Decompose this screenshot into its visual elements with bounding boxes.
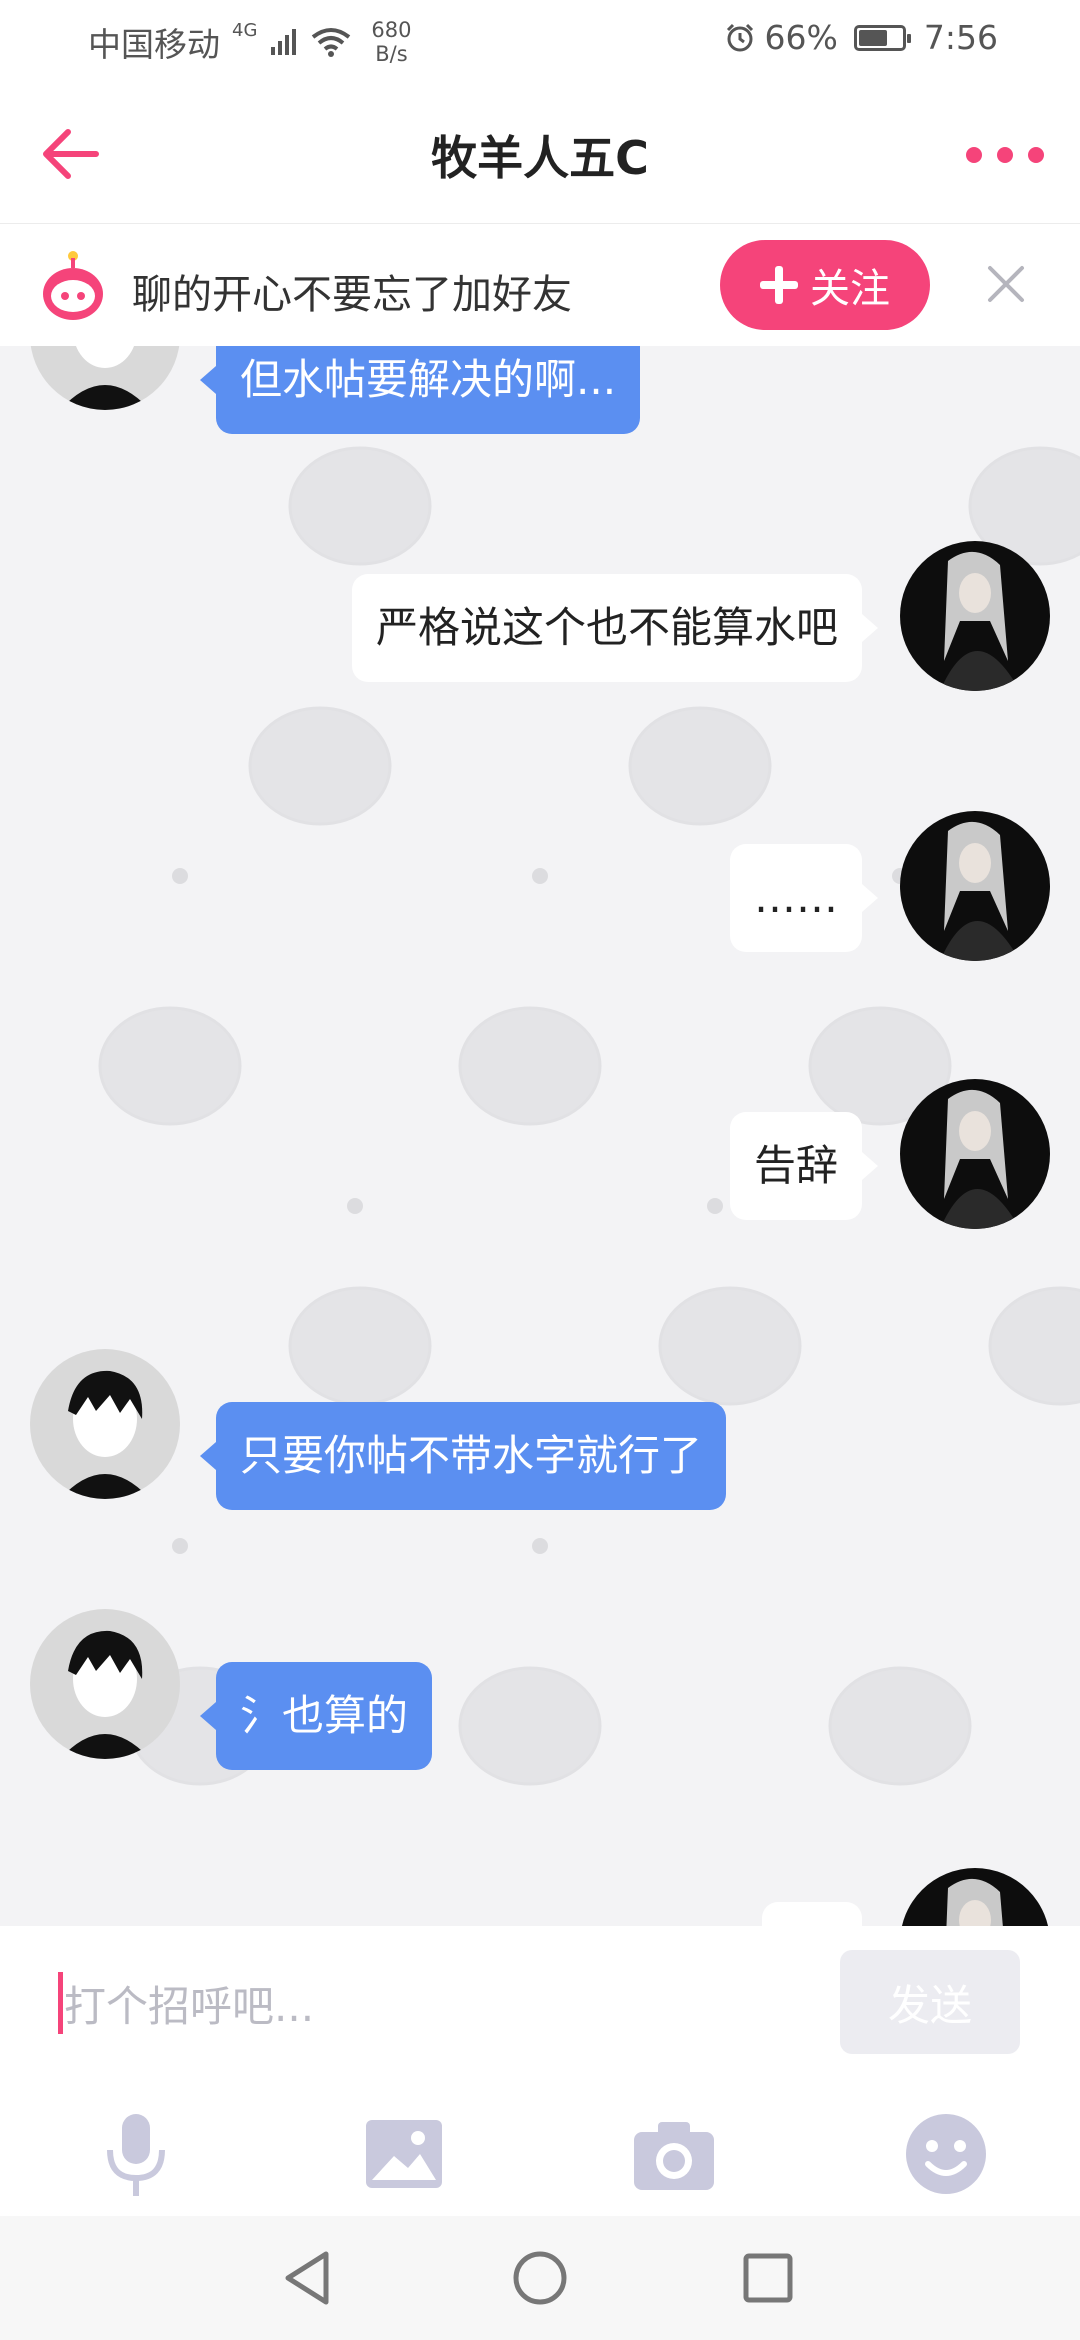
contact-avatar[interactable] [30, 1609, 180, 1759]
battery-fill [858, 29, 887, 46]
message-bubble-partial[interactable] [762, 1902, 862, 1926]
chat-title: 牧羊人五C [431, 131, 649, 185]
status-bar: 中国移动 4G 680 B/s 66% 7:56 [0, 0, 1080, 86]
net-speed: 680 B/s [371, 18, 411, 66]
robot-mascot-icon [43, 251, 103, 320]
message-bubble-outgoing[interactable]: 告辞 [729, 1112, 879, 1220]
emoji-icon[interactable] [898, 2106, 994, 2202]
contact-avatar[interactable] [30, 1349, 180, 1499]
message-bubble-outgoing[interactable]: …… [730, 844, 878, 952]
image-icon[interactable] [356, 2106, 452, 2202]
message-input-box[interactable] [58, 1966, 818, 2046]
net-speed-value: 680 [371, 18, 412, 42]
status-right: 66% 7:56 [725, 18, 998, 57]
follow-label: 关注 [810, 266, 890, 312]
my-avatar[interactable] [900, 811, 1050, 961]
my-avatar[interactable] [900, 1079, 1050, 1229]
network-type-label: 4G [232, 19, 258, 41]
camera-icon[interactable] [626, 2106, 722, 2202]
add-friend-banner: 聊的开心不要忘了加好友 关注 [0, 224, 1080, 346]
contact-avatar-image [30, 1349, 180, 1499]
message-bubble-incoming[interactable]: 但水帖要解决的啊... [199, 346, 641, 434]
more-options-button[interactable] [960, 120, 1050, 190]
carrier-label: 中国移动 [88, 25, 220, 64]
more-dot-icon [966, 147, 982, 163]
close-banner-icon[interactable] [982, 260, 1030, 308]
nav-back-icon[interactable] [276, 2246, 340, 2310]
microphone-icon[interactable] [88, 2106, 184, 2202]
follow-button[interactable]: 关注 [720, 240, 930, 330]
text-caret [58, 1972, 63, 2034]
plus-icon [760, 266, 798, 304]
clock-label: 7:56 [923, 18, 998, 57]
status-left: 中国移动 4G 680 B/s [88, 18, 412, 66]
cell-signal-icon [271, 29, 297, 55]
wifi-icon [312, 28, 351, 57]
message-list[interactable]: 但水帖要解决的啊... 严格说这个也不能算水吧 …… 告辞 只要你帖不带水字就行… [0, 346, 1080, 1926]
nav-home-icon[interactable] [508, 2246, 572, 2310]
contact-avatar-image [30, 1609, 180, 1759]
message-input[interactable] [64, 1966, 804, 2046]
send-button[interactable]: 发送 [840, 1950, 1020, 2054]
alarm-icon [726, 23, 753, 51]
net-speed-unit: B/s [375, 42, 408, 66]
message-bubble-incoming[interactable]: 只要你帖不带水字就行了 [199, 1402, 727, 1510]
my-avatar-image [900, 1079, 1050, 1229]
message-bubble-outgoing[interactable]: 严格说这个也不能算水吧 [351, 574, 879, 682]
my-avatar-image [900, 811, 1050, 961]
battery-icon [853, 24, 911, 51]
system-nav-bar [0, 2216, 1080, 2340]
chat-header: 牧羊人五C [0, 86, 1080, 224]
more-dot-icon [1028, 147, 1044, 163]
battery-percent-label: 66% [764, 18, 838, 57]
my-avatar-image [900, 541, 1050, 691]
more-dot-icon [997, 147, 1013, 163]
banner-text: 聊的开心不要忘了加好友 [132, 272, 572, 318]
my-avatar[interactable] [900, 541, 1050, 691]
message-bubble-incoming[interactable]: 氵也算的 [199, 1662, 433, 1770]
message-composer: 发送 [0, 1926, 1080, 2216]
nav-recents-icon[interactable] [736, 2246, 800, 2310]
